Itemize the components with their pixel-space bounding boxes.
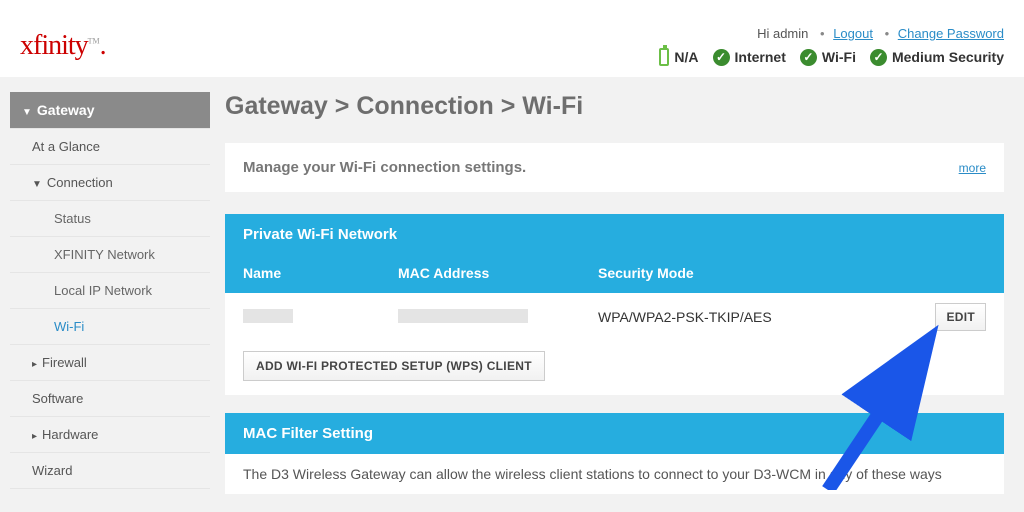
status-bar: N/A ✓ Internet ✓ Wi-Fi ✓ Medium Security — [659, 48, 1004, 66]
mac-filter-panel: MAC Filter Setting The D3 Wireless Gatew… — [225, 413, 1004, 494]
cell-name — [243, 309, 398, 326]
private-wifi-panel: Private Wi-Fi Network Name MAC Address S… — [225, 214, 1004, 395]
status-security: ✓ Medium Security — [870, 49, 1004, 66]
xfinity-logo: xfinityTM. — [20, 30, 106, 62]
change-password-link[interactable]: Change Password — [898, 26, 1004, 41]
panel-header: Private Wi-Fi Network — [225, 214, 1004, 255]
sidebar-item-software[interactable]: Software — [10, 381, 210, 417]
battery-icon — [659, 48, 669, 66]
cell-mac — [398, 309, 598, 326]
col-mac: MAC Address — [398, 265, 598, 281]
status-internet: ✓ Internet — [713, 49, 786, 66]
cell-security: WPA/WPA2-PSK-TKIP/AES — [598, 309, 935, 325]
sidebar-item-connection[interactable]: ▼Connection — [10, 165, 210, 201]
caret-right-icon: ▸ — [32, 359, 37, 370]
col-security: Security Mode — [598, 265, 986, 281]
sidebar-item-local-ip-network[interactable]: Local IP Network — [10, 273, 210, 309]
sidebar-item-firewall[interactable]: ▸Firewall — [10, 345, 210, 381]
sidebar-item-gateway[interactable]: ▼Gateway — [10, 92, 210, 129]
logout-link[interactable]: Logout — [833, 26, 873, 41]
sidebar-item-hardware[interactable]: ▸Hardware — [10, 417, 210, 453]
header: xfinityTM. Hi admin • Logout • Change Pa… — [0, 0, 1024, 77]
sidebar-item-at-a-glance[interactable]: At a Glance — [10, 129, 210, 165]
main-content: Gateway > Connection > Wi-Fi Manage your… — [225, 92, 1014, 512]
check-icon: ✓ — [713, 49, 730, 66]
top-links: Hi admin • Logout • Change Password — [757, 26, 1004, 41]
table-header: Name MAC Address Security Mode — [225, 255, 1004, 293]
filter-description: The D3 Wireless Gateway can allow the wi… — [225, 454, 1004, 494]
sidebar-item-status[interactable]: Status — [10, 201, 210, 237]
table-row: WPA/WPA2-PSK-TKIP/AES EDIT — [225, 293, 1004, 341]
edit-button[interactable]: EDIT — [935, 303, 986, 331]
check-icon: ✓ — [870, 49, 887, 66]
greeting-text: Hi admin — [757, 26, 808, 41]
check-icon: ✓ — [800, 49, 817, 66]
add-wps-client-button[interactable]: ADD WI-FI PROTECTED SETUP (WPS) CLIENT — [243, 351, 545, 381]
more-link[interactable]: more — [959, 161, 986, 175]
col-name: Name — [243, 265, 398, 281]
caret-down-icon: ▼ — [32, 179, 42, 190]
sidebar-item-wizard[interactable]: Wizard — [10, 453, 210, 489]
sidebar-item-wifi[interactable]: Wi-Fi — [10, 309, 210, 345]
description-box: Manage your Wi-Fi connection settings. m… — [225, 143, 1004, 192]
page-title: Gateway > Connection > Wi-Fi — [225, 92, 1004, 121]
caret-right-icon: ▸ — [32, 431, 37, 442]
panel-header: MAC Filter Setting — [225, 413, 1004, 454]
sidebar-item-xfinity-network[interactable]: XFINITY Network — [10, 237, 210, 273]
status-battery: N/A — [659, 48, 698, 66]
caret-down-icon: ▼ — [22, 107, 32, 118]
status-wifi: ✓ Wi-Fi — [800, 49, 856, 66]
sidebar: ▼Gateway At a Glance ▼Connection Status … — [10, 92, 210, 512]
description-text: Manage your Wi-Fi connection settings. — [243, 159, 526, 176]
